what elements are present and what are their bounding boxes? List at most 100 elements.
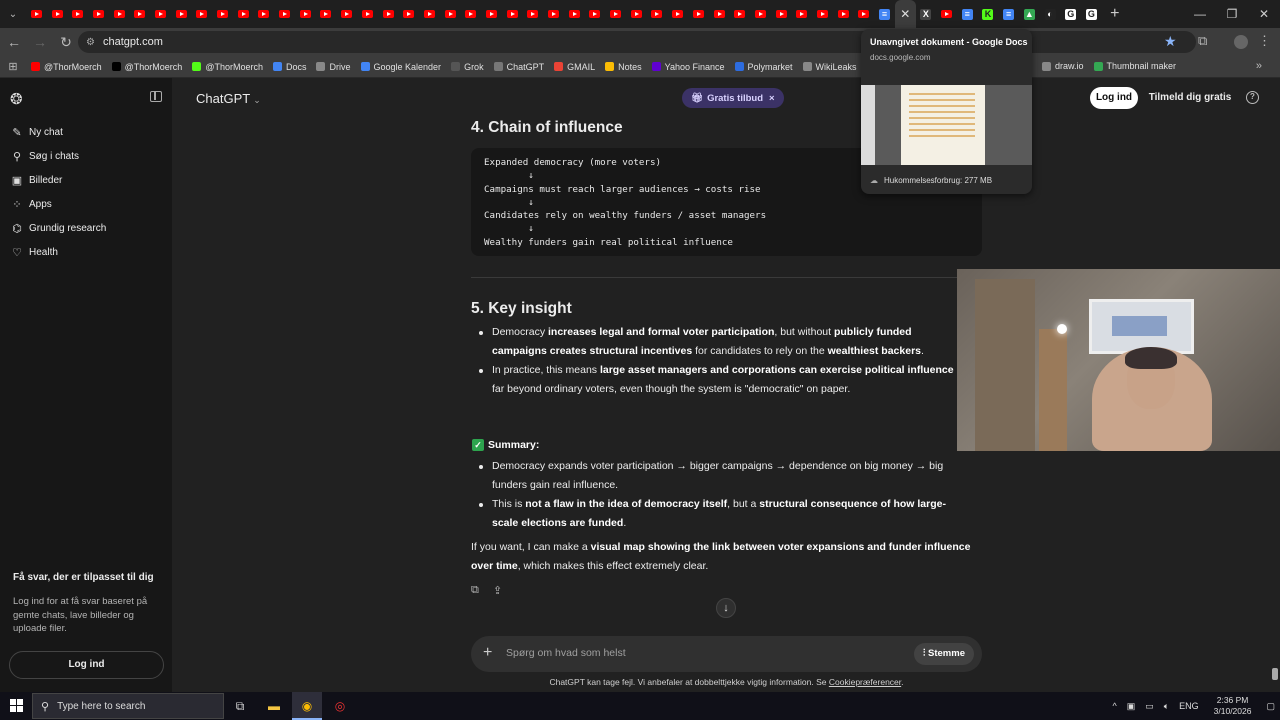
bookmark-item[interactable]: ChatGPT	[489, 62, 550, 72]
tab-youtube[interactable]	[626, 0, 647, 28]
tab-youtube[interactable]	[502, 0, 523, 28]
extensions-icon[interactable]: ⧉	[1198, 33, 1207, 49]
tab-grok[interactable]: ◐	[1040, 0, 1061, 28]
tab-docs[interactable]: ≡	[998, 0, 1019, 28]
tab-youtube[interactable]	[688, 0, 709, 28]
taskbar-search[interactable]: ⚲ Type here to search	[32, 693, 224, 719]
tab-x[interactable]: X	[916, 0, 937, 28]
file-explorer-icon[interactable]: ▬	[264, 696, 284, 716]
free-offer-pill[interactable]: 🎁︎ Gratis tilbud ×	[682, 88, 784, 108]
tab-youtube[interactable]	[440, 0, 461, 28]
tab-youtube[interactable]	[771, 0, 792, 28]
tab-youtube[interactable]	[460, 0, 481, 28]
tab-youtube[interactable]	[564, 0, 585, 28]
tab-search-chevron-icon[interactable]: ⌄	[0, 0, 26, 28]
tab-youtube[interactable]	[212, 0, 233, 28]
tab-drive[interactable]: ▲	[1019, 0, 1040, 28]
tab-youtube[interactable]	[667, 0, 688, 28]
notifications-icon[interactable]: ▢	[1266, 701, 1275, 712]
tab-youtube[interactable]	[274, 0, 295, 28]
tab-youtube[interactable]	[26, 0, 47, 28]
bookmark-item[interactable]: @ThorMoerch	[107, 62, 188, 72]
bookmark-item[interactable]: GMAIL	[549, 62, 600, 72]
tab-youtube[interactable]	[812, 0, 833, 28]
copy-icon[interactable]: ⧉	[471, 584, 479, 597]
apps-grid-icon[interactable]: ⊞	[0, 60, 26, 73]
clock[interactable]: 2:36 PM 3/10/2026	[1214, 695, 1252, 717]
bookmark-item[interactable]: Thumbnail maker	[1089, 61, 1182, 71]
sidebar-login-button[interactable]: Log ind	[9, 651, 164, 679]
model-selector[interactable]: ChatGPT ⌄	[196, 91, 261, 106]
tab-active[interactable]: ✕	[894, 0, 916, 28]
tab-youtube[interactable]	[336, 0, 357, 28]
signup-button[interactable]: Tilmeld dig gratis	[1145, 87, 1235, 109]
share-icon[interactable]: ⇪	[493, 584, 502, 597]
sidebar-item-grundig-research[interactable]: ⌬ Grundig research	[10, 222, 106, 235]
new-tab-button[interactable]: +	[1102, 5, 1128, 23]
tab-youtube[interactable]	[605, 0, 626, 28]
bookmark-item[interactable]: Google Kalender	[356, 62, 447, 72]
tab-youtube[interactable]	[171, 0, 192, 28]
cookie-preferences-link[interactable]: Cookiepræferencer	[829, 677, 901, 687]
task-view-icon[interactable]: ⧉	[230, 696, 250, 716]
tab-youtube[interactable]	[398, 0, 419, 28]
tab-youtube[interactable]	[854, 0, 875, 28]
volume-icon[interactable]: 🔈︎	[1164, 701, 1169, 712]
reload-button[interactable]: ↻	[54, 30, 78, 54]
sidebar-item-ny-chat[interactable]: ✎ Ny chat	[10, 126, 63, 139]
scrollbar[interactable]	[1272, 668, 1278, 680]
attach-plus-icon[interactable]: +	[483, 644, 492, 662]
bookmark-star-icon[interactable]: ★	[1164, 33, 1177, 50]
tab-youtube[interactable]	[192, 0, 213, 28]
restore-icon[interactable]: ❐	[1216, 0, 1248, 28]
bookmark-item[interactable]: Polymarket	[730, 62, 798, 72]
minimize-icon[interactable]: —	[1184, 0, 1216, 28]
tab-youtube[interactable]	[88, 0, 109, 28]
tray-overflow-icon[interactable]: ^	[1112, 701, 1116, 711]
tab-youtube[interactable]	[150, 0, 171, 28]
browser-menu-icon[interactable]: ⋮	[1258, 33, 1271, 49]
taskbar-chrome-active[interactable]: ◉	[292, 692, 322, 720]
tab-youtube[interactable]	[357, 0, 378, 28]
back-button[interactable]: ←	[2, 30, 26, 54]
login-button[interactable]: Log ind	[1090, 87, 1138, 109]
voice-button[interactable]: ⫶ Stemme	[914, 643, 974, 665]
scroll-down-button[interactable]: ↓	[716, 598, 736, 618]
bookmark-item[interactable]: Docs	[268, 62, 312, 72]
tab-kick[interactable]: K	[978, 0, 999, 28]
tab-youtube[interactable]	[129, 0, 150, 28]
tab-youtube[interactable]	[295, 0, 316, 28]
network-icon[interactable]: ▭	[1145, 701, 1154, 712]
tab-youtube[interactable]	[481, 0, 502, 28]
tab-youtube[interactable]	[47, 0, 68, 28]
sidebar-toggle-icon[interactable]	[150, 91, 162, 102]
tab-youtube[interactable]	[378, 0, 399, 28]
tab-youtube[interactable]	[729, 0, 750, 28]
tab-google[interactable]: G	[1060, 0, 1081, 28]
tab-youtube[interactable]	[109, 0, 130, 28]
tab-youtube[interactable]	[254, 0, 275, 28]
tab-youtube[interactable]	[791, 0, 812, 28]
bookmark-item[interactable]: Grok	[446, 62, 489, 72]
forward-button[interactable]: →	[28, 30, 52, 54]
bookmark-item[interactable]: Drive	[311, 62, 355, 72]
sidebar-item-billeder[interactable]: ▣ Billeder	[10, 174, 63, 187]
recorder-icon[interactable]: ◎	[330, 696, 350, 716]
bookmark-item[interactable]: @ThorMoerch	[26, 62, 107, 72]
tab-youtube[interactable]	[67, 0, 88, 28]
windows-start-icon[interactable]	[10, 699, 23, 712]
tab-youtube[interactable]	[543, 0, 564, 28]
tab-youtube[interactable]	[585, 0, 606, 28]
tab-youtube[interactable]	[523, 0, 544, 28]
close-icon[interactable]: ×	[769, 93, 775, 104]
sidebar-item-s-g-i-chats[interactable]: ⚲ Søg i chats	[10, 150, 79, 163]
tab-youtube[interactable]	[750, 0, 771, 28]
bookmark-item[interactable]: draw.io	[1037, 61, 1089, 71]
openai-logo-icon[interactable]: ❂	[10, 90, 23, 108]
profile-avatar[interactable]	[1234, 35, 1248, 49]
tab-docs[interactable]: ≡	[957, 0, 978, 28]
language-indicator[interactable]: ENG	[1179, 701, 1199, 711]
prompt-input[interactable]: Spørg om hvad som helst	[506, 647, 626, 659]
sidebar-item-health[interactable]: ♡ Health	[10, 246, 58, 259]
bookmark-item[interactable]: @ThorMoerch	[187, 62, 268, 72]
